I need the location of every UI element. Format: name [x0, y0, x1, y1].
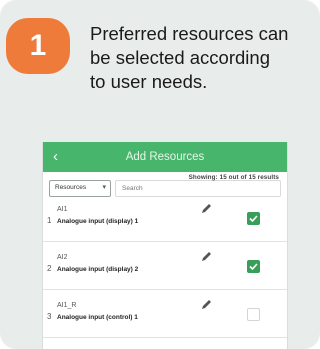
- checkmark-icon: [249, 263, 258, 271]
- item-index: 1: [47, 216, 52, 225]
- item-description: Analogue input (display) 2: [57, 266, 139, 273]
- item-description: Analogue input (display) 1: [57, 218, 139, 225]
- checkmark-icon: [249, 215, 258, 223]
- item-index: 2: [47, 264, 52, 273]
- app-title: Add Resources: [125, 151, 205, 163]
- item-name: AI1_R: [57, 302, 77, 309]
- item-checkbox[interactable]: [247, 260, 260, 273]
- app-screenshot: ‹ Add Resources Resources ▾ Showing: 15 …: [42, 142, 288, 349]
- item-name: AI1: [57, 206, 68, 213]
- app-bar: ‹ Add Resources: [43, 142, 287, 172]
- pencil-icon[interactable]: [199, 202, 213, 216]
- list-item[interactable]: 2 AI2 Analogue input (display) 2: [43, 242, 287, 290]
- item-name: AI2: [57, 254, 68, 261]
- chevron-down-icon: ▾: [102, 184, 106, 191]
- resource-type-select-value: Resources: [55, 184, 87, 191]
- back-arrow-icon[interactable]: ‹: [53, 148, 58, 166]
- item-description: Analogue input (control) 1: [57, 314, 138, 321]
- resource-list: 1 AI1 Analogue input (display) 1 2 AI2 A…: [43, 194, 287, 338]
- list-item[interactable]: 3 AI1_R Analogue input (control) 1: [43, 290, 287, 338]
- results-count: Showing: 15 out of 15 results: [188, 174, 279, 181]
- pencil-icon[interactable]: [199, 250, 213, 264]
- instruction-card: 1 Preferred resources can be selected ac…: [0, 0, 320, 349]
- item-checkbox[interactable]: [247, 212, 260, 225]
- pencil-icon[interactable]: [199, 298, 213, 312]
- item-index: 3: [47, 312, 52, 321]
- step-number-badge: 1: [6, 18, 70, 74]
- list-item[interactable]: 1 AI1 Analogue input (display) 1: [43, 194, 287, 242]
- item-checkbox[interactable]: [247, 308, 260, 321]
- step-caption: Preferred resources can be selected acco…: [90, 23, 289, 92]
